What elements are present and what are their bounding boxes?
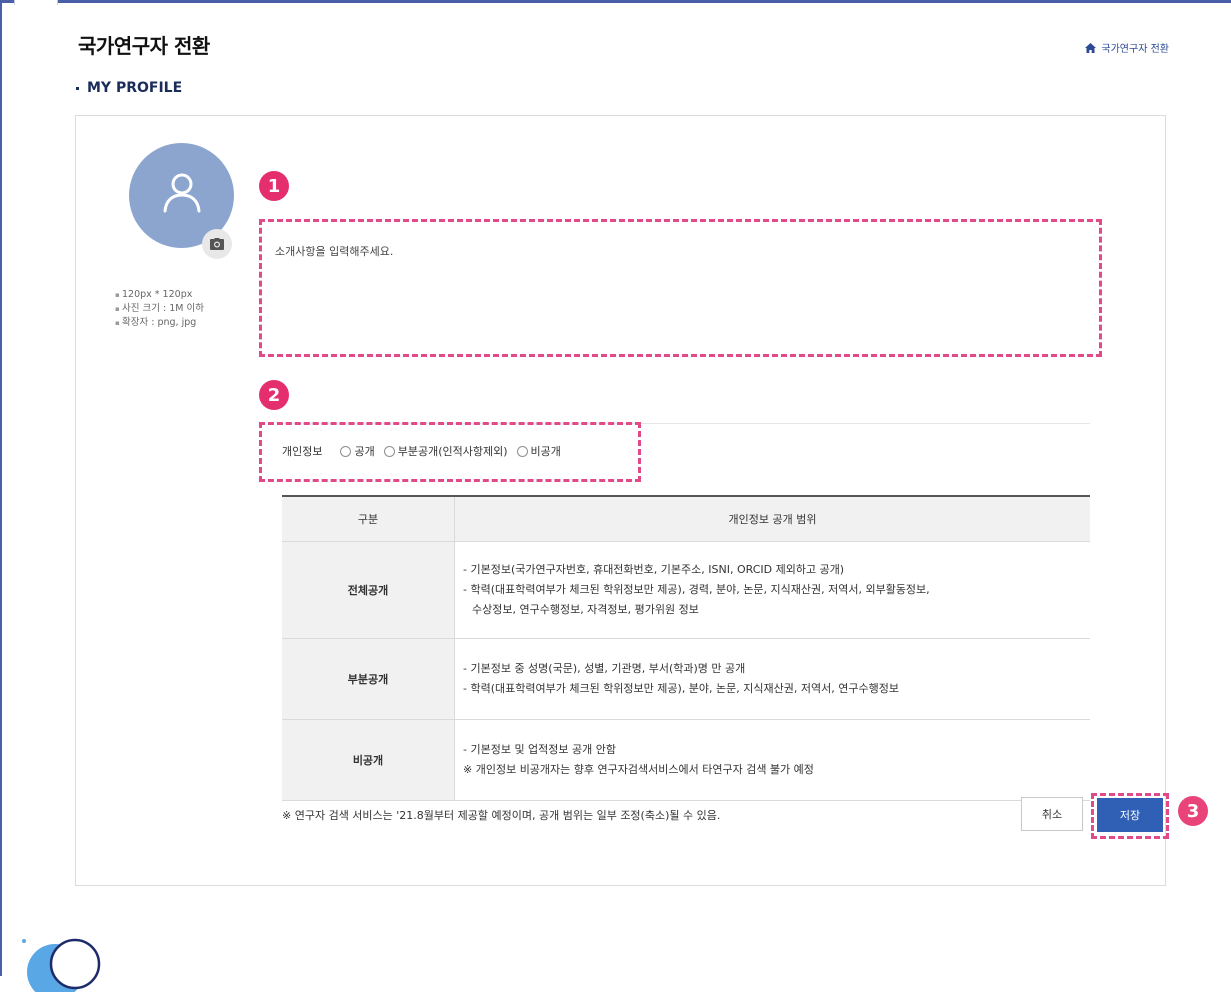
photo-guide: 120px * 120px 사진 크기 : 1M 이하 확장자 : png, j… [115, 288, 204, 330]
radio-partial-label[interactable]: 부분공개(인적사항제외) [398, 443, 508, 459]
column-header-category: 구분 [282, 495, 455, 542]
cancel-button[interactable]: 취소 [1021, 797, 1083, 831]
table-row: 전체공개 - 기본정보(국가연구자번호, 휴대전화번호, 기본주소, ISNI,… [282, 541, 1090, 639]
section-heading: MY PROFILE [76, 80, 182, 96]
camera-button[interactable] [202, 229, 232, 259]
home-icon[interactable] [1085, 42, 1097, 53]
table-header-row: 구분 개인정보 공개 범위 [282, 495, 1090, 542]
column-header-scope: 개인정보 공개 범위 [454, 495, 1090, 542]
window-left-border [0, 0, 2, 976]
window-tab-notch [14, 0, 58, 5]
photo-guide-extension: 확장자 : png, jpg [115, 316, 204, 330]
radio-private-circle[interactable] [516, 445, 528, 457]
scope-line: - 기본정보 중 성명(국문), 성별, 기관명, 부서(학과)명 만 공개 [463, 662, 746, 675]
step-marker-1: 1 [259, 171, 289, 201]
page-title: 국가연구자 전환 [78, 34, 210, 58]
decorative-corner-graphic [22, 938, 101, 992]
user-icon [163, 173, 201, 213]
scope-line: - 학력(대표학력여부가 체크된 학위정보만 제공), 분야, 논문, 지식재산… [463, 682, 899, 695]
scope-line: 수상정보, 연구수행정보, 자격정보, 평가위원 정보 [472, 603, 699, 616]
window-top-border [0, 0, 1231, 3]
scope-line: - 기본정보 및 업적정보 공개 안함 [463, 743, 617, 756]
save-button[interactable]: 저장 [1097, 798, 1163, 832]
row-category-full: 전체공개 [282, 541, 455, 639]
camera-icon [210, 238, 224, 250]
radio-private-label[interactable]: 비공개 [531, 443, 561, 459]
scope-line: ※ 개인정보 비공개자는 향후 연구자검색서비스에서 타연구자 검색 불가 예정 [463, 763, 814, 776]
privacy-setting-row: 개인정보 공개 부분공개(인적사항제외) 비공개 [282, 443, 570, 459]
radio-public[interactable]: 공개 [340, 443, 375, 459]
section-title: MY PROFILE [87, 80, 183, 96]
privacy-label: 개인정보 [282, 445, 323, 458]
radio-partial[interactable]: 부분공개(인적사항제외) [383, 443, 508, 459]
radio-private[interactable]: 비공개 [516, 443, 561, 459]
intro-textarea[interactable] [265, 225, 1095, 351]
row-scope-full: - 기본정보(국가연구자번호, 휴대전화번호, 기본주소, ISNI, ORCI… [454, 541, 1090, 639]
photo-guide-size: 120px * 120px [115, 288, 204, 302]
radio-public-label[interactable]: 공개 [354, 443, 374, 459]
service-footnote: ※ 연구자 검색 서비스는 '21.8월부터 제공할 예정이며, 공개 범위는 … [282, 809, 721, 822]
table-row: 부분공개 - 기본정보 중 성명(국문), 성별, 기관명, 부서(학과)명 만… [282, 638, 1090, 720]
breadcrumb[interactable]: 국가연구자 전환 [1085, 40, 1169, 55]
step-marker-2: 2 [259, 380, 289, 410]
radio-public-circle[interactable] [340, 445, 352, 457]
photo-guide-filesize: 사진 크기 : 1M 이하 [115, 302, 204, 316]
scope-line: - 학력(대표학력여부가 체크된 학위정보만 제공), 경력, 분야, 논문, … [463, 583, 930, 596]
scope-line: - 기본정보(국가연구자번호, 휴대전화번호, 기본주소, ISNI, ORCI… [463, 563, 845, 576]
row-category-private: 비공개 [282, 719, 455, 801]
bullet-icon [76, 86, 79, 90]
table-row: 비공개 - 기본정보 및 업적정보 공개 안함 ※ 개인정보 비공개자는 향후 … [282, 719, 1090, 801]
row-category-partial: 부분공개 [282, 638, 455, 720]
step-marker-3: 3 [1178, 796, 1208, 826]
row-scope-private: - 기본정보 및 업적정보 공개 안함 ※ 개인정보 비공개자는 향후 연구자검… [454, 719, 1090, 801]
privacy-scope-table: 구분 개인정보 공개 범위 전체공개 - 기본정보(국가연구자번호, 휴대전화번… [282, 495, 1090, 801]
radio-partial-circle[interactable] [383, 445, 395, 457]
breadcrumb-current[interactable]: 국가연구자 전환 [1101, 40, 1169, 55]
row-scope-partial: - 기본정보 중 성명(국문), 성별, 기관명, 부서(학과)명 만 공개 -… [454, 638, 1090, 720]
